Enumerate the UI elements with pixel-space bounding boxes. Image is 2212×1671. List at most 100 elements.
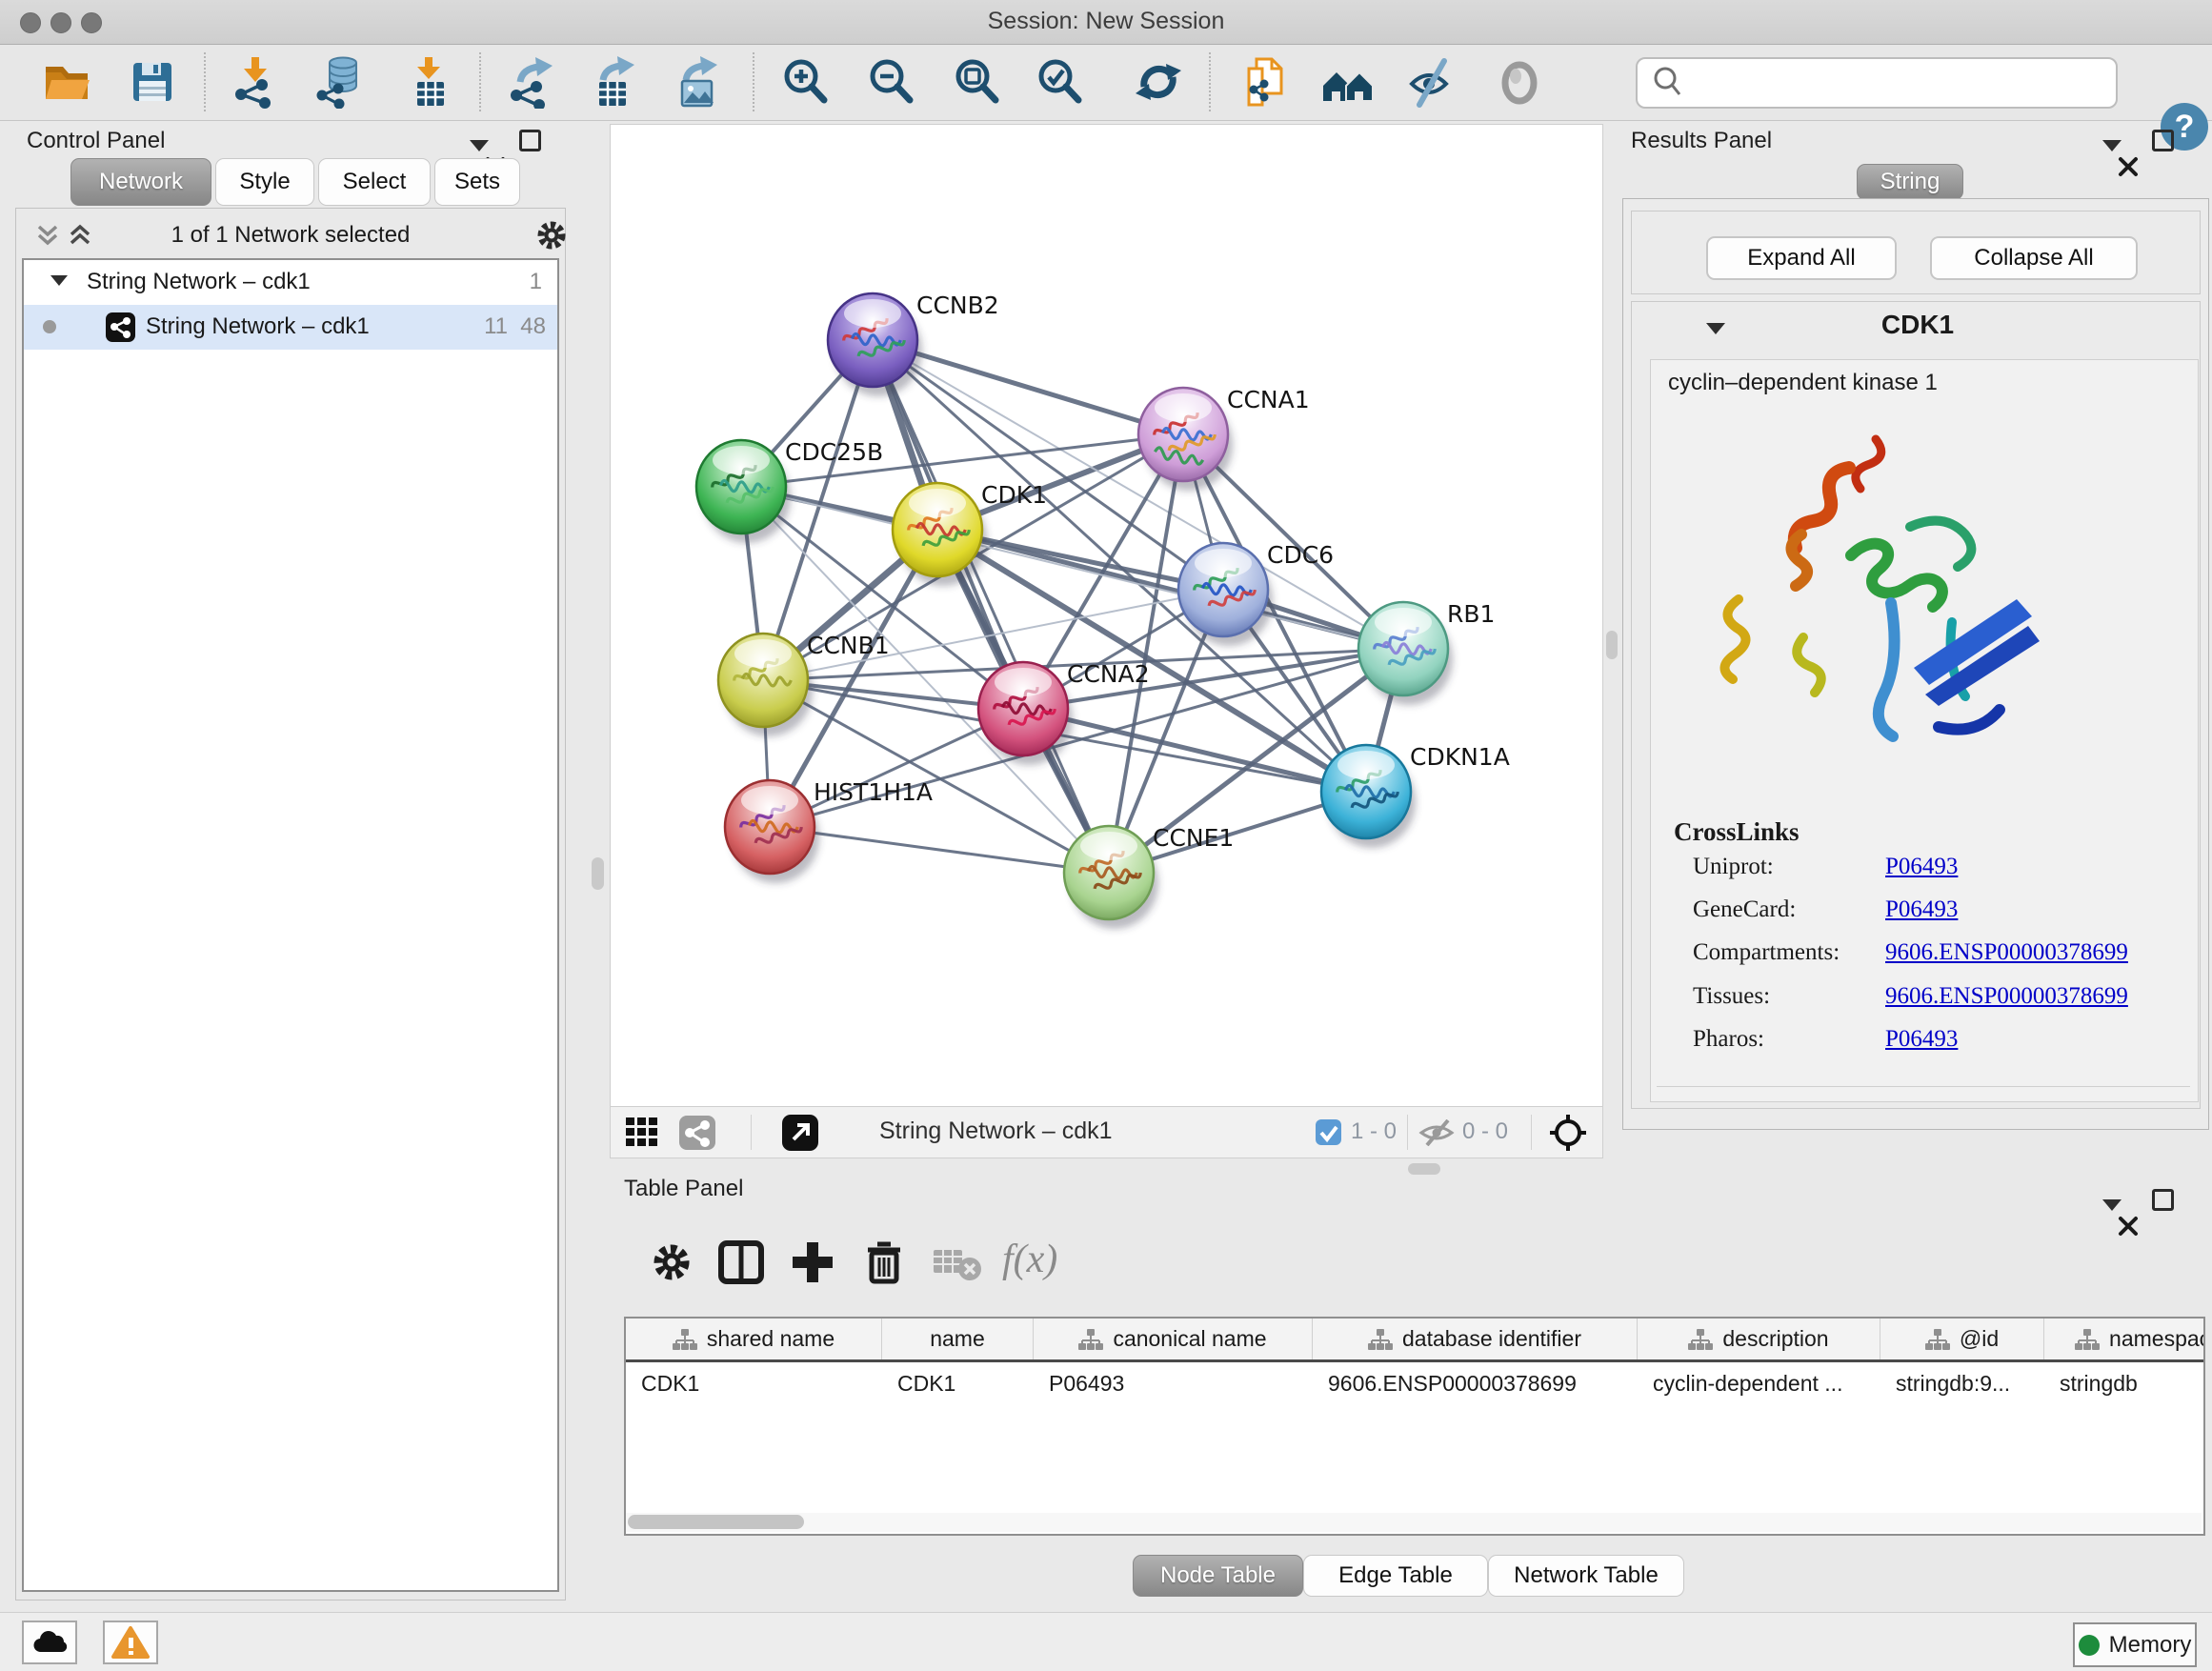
import-table-file-icon[interactable] <box>402 55 455 109</box>
node-label: CCNA2 <box>1067 660 1150 688</box>
zoom-in-icon[interactable] <box>778 55 832 109</box>
zoom-fit-icon[interactable] <box>950 55 1003 109</box>
search-field[interactable] <box>1636 57 2118 109</box>
zoom-out-icon[interactable] <box>864 55 917 109</box>
import-network-file-icon[interactable] <box>229 55 282 109</box>
cell-description[interactable]: cyclin-dependent ... <box>1638 1362 1880 1404</box>
cell-namespace[interactable]: stringdb <box>2044 1362 2205 1404</box>
network-collection-row[interactable]: String Network – cdk1 1 <box>24 260 557 305</box>
vertical-splitter-handle[interactable] <box>1606 631 1618 659</box>
column-header[interactable]: shared name <box>626 1319 882 1359</box>
column-header[interactable]: name <box>882 1319 1034 1359</box>
save-session-icon[interactable] <box>126 55 179 109</box>
table-horizontal-scrollbar[interactable] <box>626 1513 2202 1532</box>
hide-panel-eye-icon[interactable] <box>1404 55 1458 109</box>
delete-column-trash-icon[interactable] <box>860 1237 908 1286</box>
share-session-file-icon[interactable] <box>1239 55 1293 109</box>
crosslink-row: Pharos: P06493 <box>1651 1026 2198 1069</box>
gene-detail-card: cyclin–dependent kinase 1 <box>1650 359 2199 1102</box>
maximize-panel-icon[interactable] <box>2152 1189 2174 1211</box>
open-in-new-window-icon[interactable] <box>782 1115 818 1151</box>
crosslinks-heading: CrossLinks <box>1674 817 1800 847</box>
column-header[interactable]: description <box>1638 1319 1880 1359</box>
vertical-splitter-handle[interactable] <box>592 857 604 890</box>
export-table-icon[interactable] <box>588 55 641 109</box>
expand-all-button[interactable]: Expand All <box>1706 236 1897 280</box>
results-panel-title: Results Panel <box>1631 128 1772 154</box>
network-row-selected[interactable]: String Network – cdk1 11 48 <box>24 305 557 350</box>
tab-sets[interactable]: Sets <box>434 158 520 206</box>
search-input[interactable] <box>1687 69 2116 97</box>
crosslink-link[interactable]: P06493 <box>1885 854 1958 880</box>
cell-canonical-name[interactable]: P06493 <box>1034 1362 1313 1404</box>
export-network-icon[interactable] <box>505 55 558 109</box>
collapse-panel-icon[interactable] <box>470 140 489 151</box>
crosslink-link[interactable]: 9606.ENSP00000378699 <box>1885 983 2128 1010</box>
column-flow-icon <box>2075 1328 2100 1351</box>
close-panel-icon[interactable] <box>2118 156 2139 177</box>
results-panel-controls <box>2102 130 2207 156</box>
tab-select[interactable]: Select <box>318 158 431 206</box>
show-panel-eye-icon[interactable] <box>1493 55 1546 109</box>
open-session-icon[interactable] <box>40 55 93 109</box>
tab-edge-table[interactable]: Edge Table <box>1303 1555 1488 1597</box>
node-label: HIST1H1A <box>814 778 933 806</box>
network-options-gear-icon[interactable] <box>534 218 569 252</box>
cell-database-identifier[interactable]: 9606.ENSP00000378699 <box>1313 1362 1638 1404</box>
maximize-panel-icon[interactable] <box>519 130 541 151</box>
column-header[interactable]: canonical name <box>1034 1319 1313 1359</box>
gene-expander-icon[interactable] <box>1706 323 1725 334</box>
crosslink-link[interactable]: P06493 <box>1885 896 1958 923</box>
network-share-icon[interactable] <box>679 1116 717 1150</box>
horizontal-splitter-handle[interactable] <box>1408 1163 1440 1175</box>
scrollbar-handle[interactable] <box>628 1515 804 1529</box>
tab-network-table[interactable]: Network Table <box>1488 1555 1684 1597</box>
control-panel-controls <box>470 130 565 156</box>
show-columns-icon[interactable] <box>717 1238 765 1286</box>
node-label: RB1 <box>1447 600 1495 628</box>
crosslink-label: Compartments: <box>1693 939 1840 966</box>
home-icon[interactable] <box>1321 55 1375 109</box>
tab-network[interactable]: Network <box>70 158 211 206</box>
crosslink-link[interactable]: 9606.ENSP00000378699 <box>1885 939 2128 966</box>
crosshair-icon[interactable] <box>1548 1113 1588 1153</box>
export-image-icon[interactable] <box>671 55 724 109</box>
protein-structure-image <box>1689 413 2070 794</box>
add-column-icon[interactable] <box>789 1238 836 1286</box>
gene-card: CDK1 cyclin–dependent kinase 1 <box>1631 301 2201 1109</box>
memory-button[interactable]: Memory <box>2073 1622 2197 1667</box>
column-header[interactable]: database identifier <box>1313 1319 1638 1359</box>
tab-node-table[interactable]: Node Table <box>1133 1555 1303 1597</box>
crosslink-label: GeneCard: <box>1693 896 1796 923</box>
refresh-icon[interactable] <box>1132 55 1185 109</box>
collapse-all-button[interactable]: Collapse All <box>1930 236 2138 280</box>
collapse-panel-icon[interactable] <box>2102 140 2122 151</box>
cell-name[interactable]: CDK1 <box>882 1362 1034 1404</box>
table-row[interactable]: CDK1 CDK1 P06493 9606.ENSP00000378699 cy… <box>626 1362 2203 1404</box>
birdseye-grid-icon[interactable] <box>626 1117 660 1148</box>
cloud-button[interactable] <box>22 1621 77 1664</box>
table-options-gear-icon[interactable] <box>648 1238 695 1286</box>
node-label: CCNB2 <box>916 292 999 319</box>
cell-shared-name[interactable]: CDK1 <box>626 1362 882 1404</box>
cell-id[interactable]: stringdb:9... <box>1880 1362 2044 1404</box>
maximize-panel-icon[interactable] <box>2152 130 2174 151</box>
import-network-database-icon[interactable] <box>313 55 367 109</box>
footer-separator <box>1531 1115 1532 1150</box>
tree-expander-icon[interactable] <box>50 275 68 286</box>
table-panel-controls <box>2102 1189 2207 1216</box>
results-panel: Results Panel String Expand All Collapse… <box>1617 124 2212 1158</box>
column-flow-icon <box>1078 1328 1103 1351</box>
selected-checkbox-icon[interactable] <box>1316 1119 1341 1145</box>
network-canvas[interactable]: CCNB2CCNA1CDC25BCDK1CDC6RB1CCNB1CCNA2CDK… <box>611 125 1602 1107</box>
tab-style[interactable]: Style <box>215 158 314 206</box>
collapse-panel-icon[interactable] <box>2102 1199 2122 1211</box>
column-header[interactable]: namespace <box>2044 1319 2205 1359</box>
close-panel-icon[interactable] <box>2118 1216 2139 1237</box>
crosslink-link[interactable]: P06493 <box>1885 1026 1958 1053</box>
tab-string[interactable]: String <box>1857 164 1963 200</box>
crosslink-row: GeneCard: P06493 <box>1651 896 2198 939</box>
zoom-selected-icon[interactable] <box>1033 55 1086 109</box>
column-header[interactable]: @id <box>1880 1319 2044 1359</box>
warning-button[interactable] <box>103 1621 158 1664</box>
